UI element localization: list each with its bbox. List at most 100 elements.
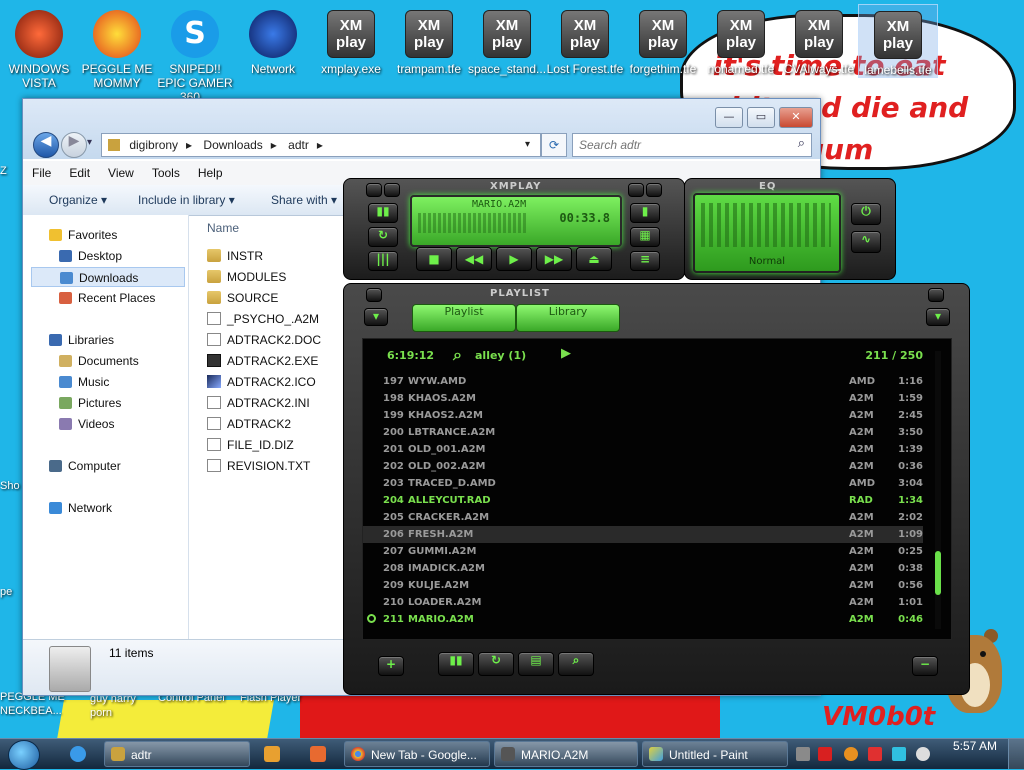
playlist-row[interactable]: 206 FRESH.A2M A2M 1:09 [363, 526, 923, 543]
playlist-row[interactable]: 202 OLD_002.A2M A2M 0:36 [363, 458, 923, 475]
menu-help[interactable]: Help [189, 161, 232, 185]
eq-sliders[interactable] [701, 203, 831, 247]
xmplay-title[interactable]: XMPLAY [490, 181, 541, 192]
playlist-row[interactable]: 203 TRACED_D.AMD AMD 3:04 [363, 475, 923, 492]
file-row[interactable]: ADTRACK2.DOC [207, 330, 321, 350]
breadcrumb-adtr[interactable]: adtr [288, 138, 309, 152]
playlist-row[interactable]: 210 LOADER.A2M A2M 1:01 [363, 594, 923, 611]
taskbar-button-explorer[interactable]: adtr [104, 741, 250, 767]
previous-button[interactable]: ◀◀ [456, 247, 492, 271]
menu-tools[interactable]: Tools [143, 161, 189, 185]
playlist-filter[interactable]: alley (1) [475, 349, 526, 362]
playlist-close-button[interactable] [928, 288, 944, 302]
eject-button[interactable]: ⏏ [576, 247, 612, 271]
explorer-title-bar[interactable]: — ▭ ✕ ◀ ▶ ▾ digibrony ▸ Downloads ▸ adtr ▸ … [23, 99, 820, 159]
file-row[interactable]: REVISION.TXT [207, 456, 310, 476]
xmplay-playlist-button[interactable]: ▦ [630, 227, 660, 247]
stop-button[interactable]: ■ [416, 247, 452, 271]
nav-network[interactable]: Network [49, 498, 112, 518]
playlist-scroll-thumb[interactable] [935, 551, 941, 595]
close-button[interactable]: ✕ [779, 107, 813, 128]
playlist-bars-button[interactable]: ▮▮ [438, 652, 474, 676]
desktop-icon-skype[interactable]: S SNIPED!! EPIC GAMER 360... [156, 4, 234, 104]
file-row[interactable]: ADTRACK2.ICO [207, 372, 316, 392]
nav-pictures[interactable]: Pictures [59, 393, 121, 413]
volume-icon[interactable] [916, 747, 930, 761]
share-with-button[interactable]: Share with ▾ [271, 185, 337, 215]
address-bar[interactable]: digibrony ▸ Downloads ▸ adtr ▸ ▾ [101, 133, 541, 157]
playlist-row[interactable]: 205 CRACKER.A2M A2M 2:02 [363, 509, 923, 526]
file-row[interactable]: ADTRACK2.INI [207, 393, 310, 413]
nav-music[interactable]: Music [59, 372, 109, 392]
desktop-icon-nonamed[interactable]: XM play nonamed.tfe [702, 4, 780, 76]
eq-power-button[interactable]: ⏻ [851, 203, 881, 225]
file-row[interactable]: SOURCE [207, 288, 278, 308]
clock[interactable]: 5:57 AM [952, 739, 998, 753]
tray-icon[interactable] [796, 747, 810, 761]
column-header-name[interactable]: Name [207, 221, 239, 235]
tray-icon[interactable] [844, 747, 858, 761]
media-player-icon[interactable] [264, 746, 280, 762]
playlist-loop-button[interactable]: ↻ [478, 652, 514, 676]
taskbar-button-xmplay[interactable]: MARIO.A2M [494, 741, 638, 767]
playlist-collapse-button[interactable]: ▾ [364, 308, 388, 326]
playlist-expand-button[interactable]: ▾ [926, 308, 950, 326]
playlist-row[interactable]: 198 KHAOS.A2M A2M 1:59 [363, 390, 923, 407]
file-row[interactable]: _PSYCHO_.A2M [207, 309, 319, 329]
nav-desktop[interactable]: Desktop [59, 246, 122, 266]
desktop-icon-windows-vista[interactable]: WINDOWS VISTA [0, 4, 78, 90]
antivirus-icon[interactable] [818, 747, 832, 761]
xmplay-loop-button[interactable]: ↻ [368, 227, 398, 247]
network-status-icon[interactable] [892, 747, 906, 761]
forward-button[interactable]: ▶ [61, 132, 87, 158]
show-desktop-button[interactable] [1008, 739, 1024, 769]
playlist-add-button[interactable]: + [378, 656, 404, 676]
app-icon[interactable] [310, 746, 326, 762]
playlist-scrollbar[interactable] [935, 351, 941, 629]
playlist-menu-button[interactable] [366, 288, 382, 302]
desktop-icon-lamebells[interactable]: XM play lamebells.tfe [858, 4, 938, 78]
refresh-icon[interactable]: ⟳ [541, 133, 567, 157]
xmplay-bars-button[interactable]: ||| [368, 251, 398, 271]
desktop-icon-trampam[interactable]: XM play trampam.tfe [390, 4, 468, 76]
nav-downloads[interactable]: Downloads [31, 267, 185, 287]
search-box[interactable]: ⌕ [572, 133, 812, 157]
playlist-row[interactable]: 211 MARIO.A2M A2M 0:46 [363, 611, 923, 628]
menu-view[interactable]: View [99, 161, 143, 185]
file-row[interactable]: FILE_ID.DIZ [207, 435, 294, 455]
file-row[interactable]: ADTRACK2.EXE [207, 351, 318, 371]
organize-button[interactable]: Organize ▾ [49, 185, 107, 215]
desktop-icon-network[interactable]: Network [234, 4, 312, 76]
taskbar-button-chrome[interactable]: New Tab - Google... [344, 741, 490, 767]
playlist-row[interactable]: 209 KULJE.A2M A2M 0:56 [363, 577, 923, 594]
desktop-icon-cvalways[interactable]: XM play CVAlways.tfe [780, 4, 858, 76]
nav-libraries[interactable]: Libraries [49, 330, 114, 350]
internet-explorer-icon[interactable] [70, 746, 86, 762]
tab-playlist[interactable]: Playlist [412, 304, 516, 332]
peek-label[interactable]: pe [0, 586, 12, 598]
desktop-icon-space-stand[interactable]: XM play space_stand... [468, 4, 546, 76]
playlist-row[interactable]: 207 GUMMI.A2M A2M 0:25 [363, 543, 923, 560]
taskbar-button-paint[interactable]: Untitled - Paint [642, 741, 788, 767]
start-button[interactable] [8, 740, 40, 770]
xmplay-info-button[interactable]: ▮ [630, 203, 660, 223]
file-row[interactable]: ADTRACK2 [207, 414, 291, 434]
filter-search-icon[interactable]: ⌕ [453, 345, 462, 365]
nav-videos[interactable]: Videos [59, 414, 114, 434]
playlist-row[interactable]: 199 KHAOS2.A2M A2M 2:45 [363, 407, 923, 424]
play-button[interactable]: ▶ [496, 247, 532, 271]
nav-documents[interactable]: Documents [59, 351, 139, 371]
address-dropdown-icon[interactable]: ▾ [525, 134, 530, 156]
recent-pages-icon[interactable]: ▾ [87, 137, 92, 148]
playlist-row[interactable]: 200 LBTRANCE.A2M A2M 3:50 [363, 424, 923, 441]
include-in-library-button[interactable]: Include in library ▾ [138, 185, 235, 215]
menu-file[interactable]: File [23, 161, 60, 185]
nav-favorites[interactable]: Favorites [49, 225, 117, 245]
menu-edit[interactable]: Edit [60, 161, 99, 185]
playlist-row[interactable]: 208 IMADICK.A2M A2M 0:38 [363, 560, 923, 577]
minimize-button[interactable]: — [715, 107, 743, 128]
file-row[interactable]: MODULES [207, 267, 286, 287]
desktop-icon-forgethim[interactable]: XM play forgethim.tfe [624, 4, 702, 76]
back-button[interactable]: ◀ [33, 132, 59, 158]
xmplay-vis-button[interactable]: ▮▮ [368, 203, 398, 223]
